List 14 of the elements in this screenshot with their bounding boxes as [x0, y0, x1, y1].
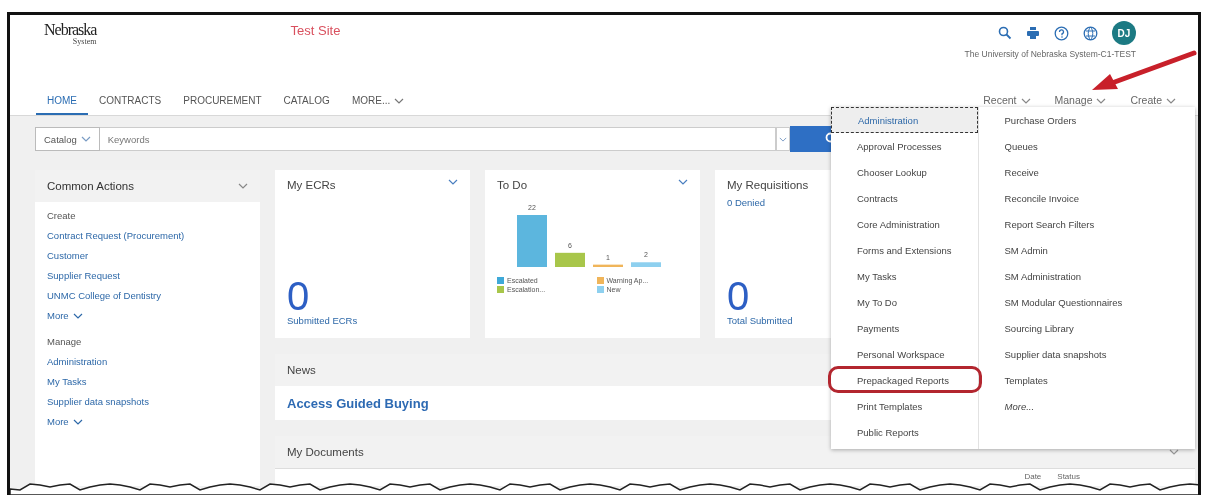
column-header: Status [1057, 472, 1080, 483]
tile-title: My ECRs [287, 179, 336, 191]
logo-subtitle: System [72, 37, 97, 46]
panel-title: News [287, 364, 316, 376]
section-heading: Manage [47, 335, 83, 349]
logo-text: Nebraska [44, 21, 97, 38]
tile-title: To Do [497, 179, 528, 191]
section-heading: Create [47, 209, 77, 223]
tile-title: My Requisitions [727, 179, 809, 191]
site-label: Test Site [290, 23, 341, 38]
panel-title: My Documents [287, 446, 364, 458]
column-header: Date [1024, 472, 1042, 483]
panel-title: Common Actions [47, 180, 134, 192]
organization-name: The University of Nebraska System-C1-TEST [964, 49, 1136, 59]
